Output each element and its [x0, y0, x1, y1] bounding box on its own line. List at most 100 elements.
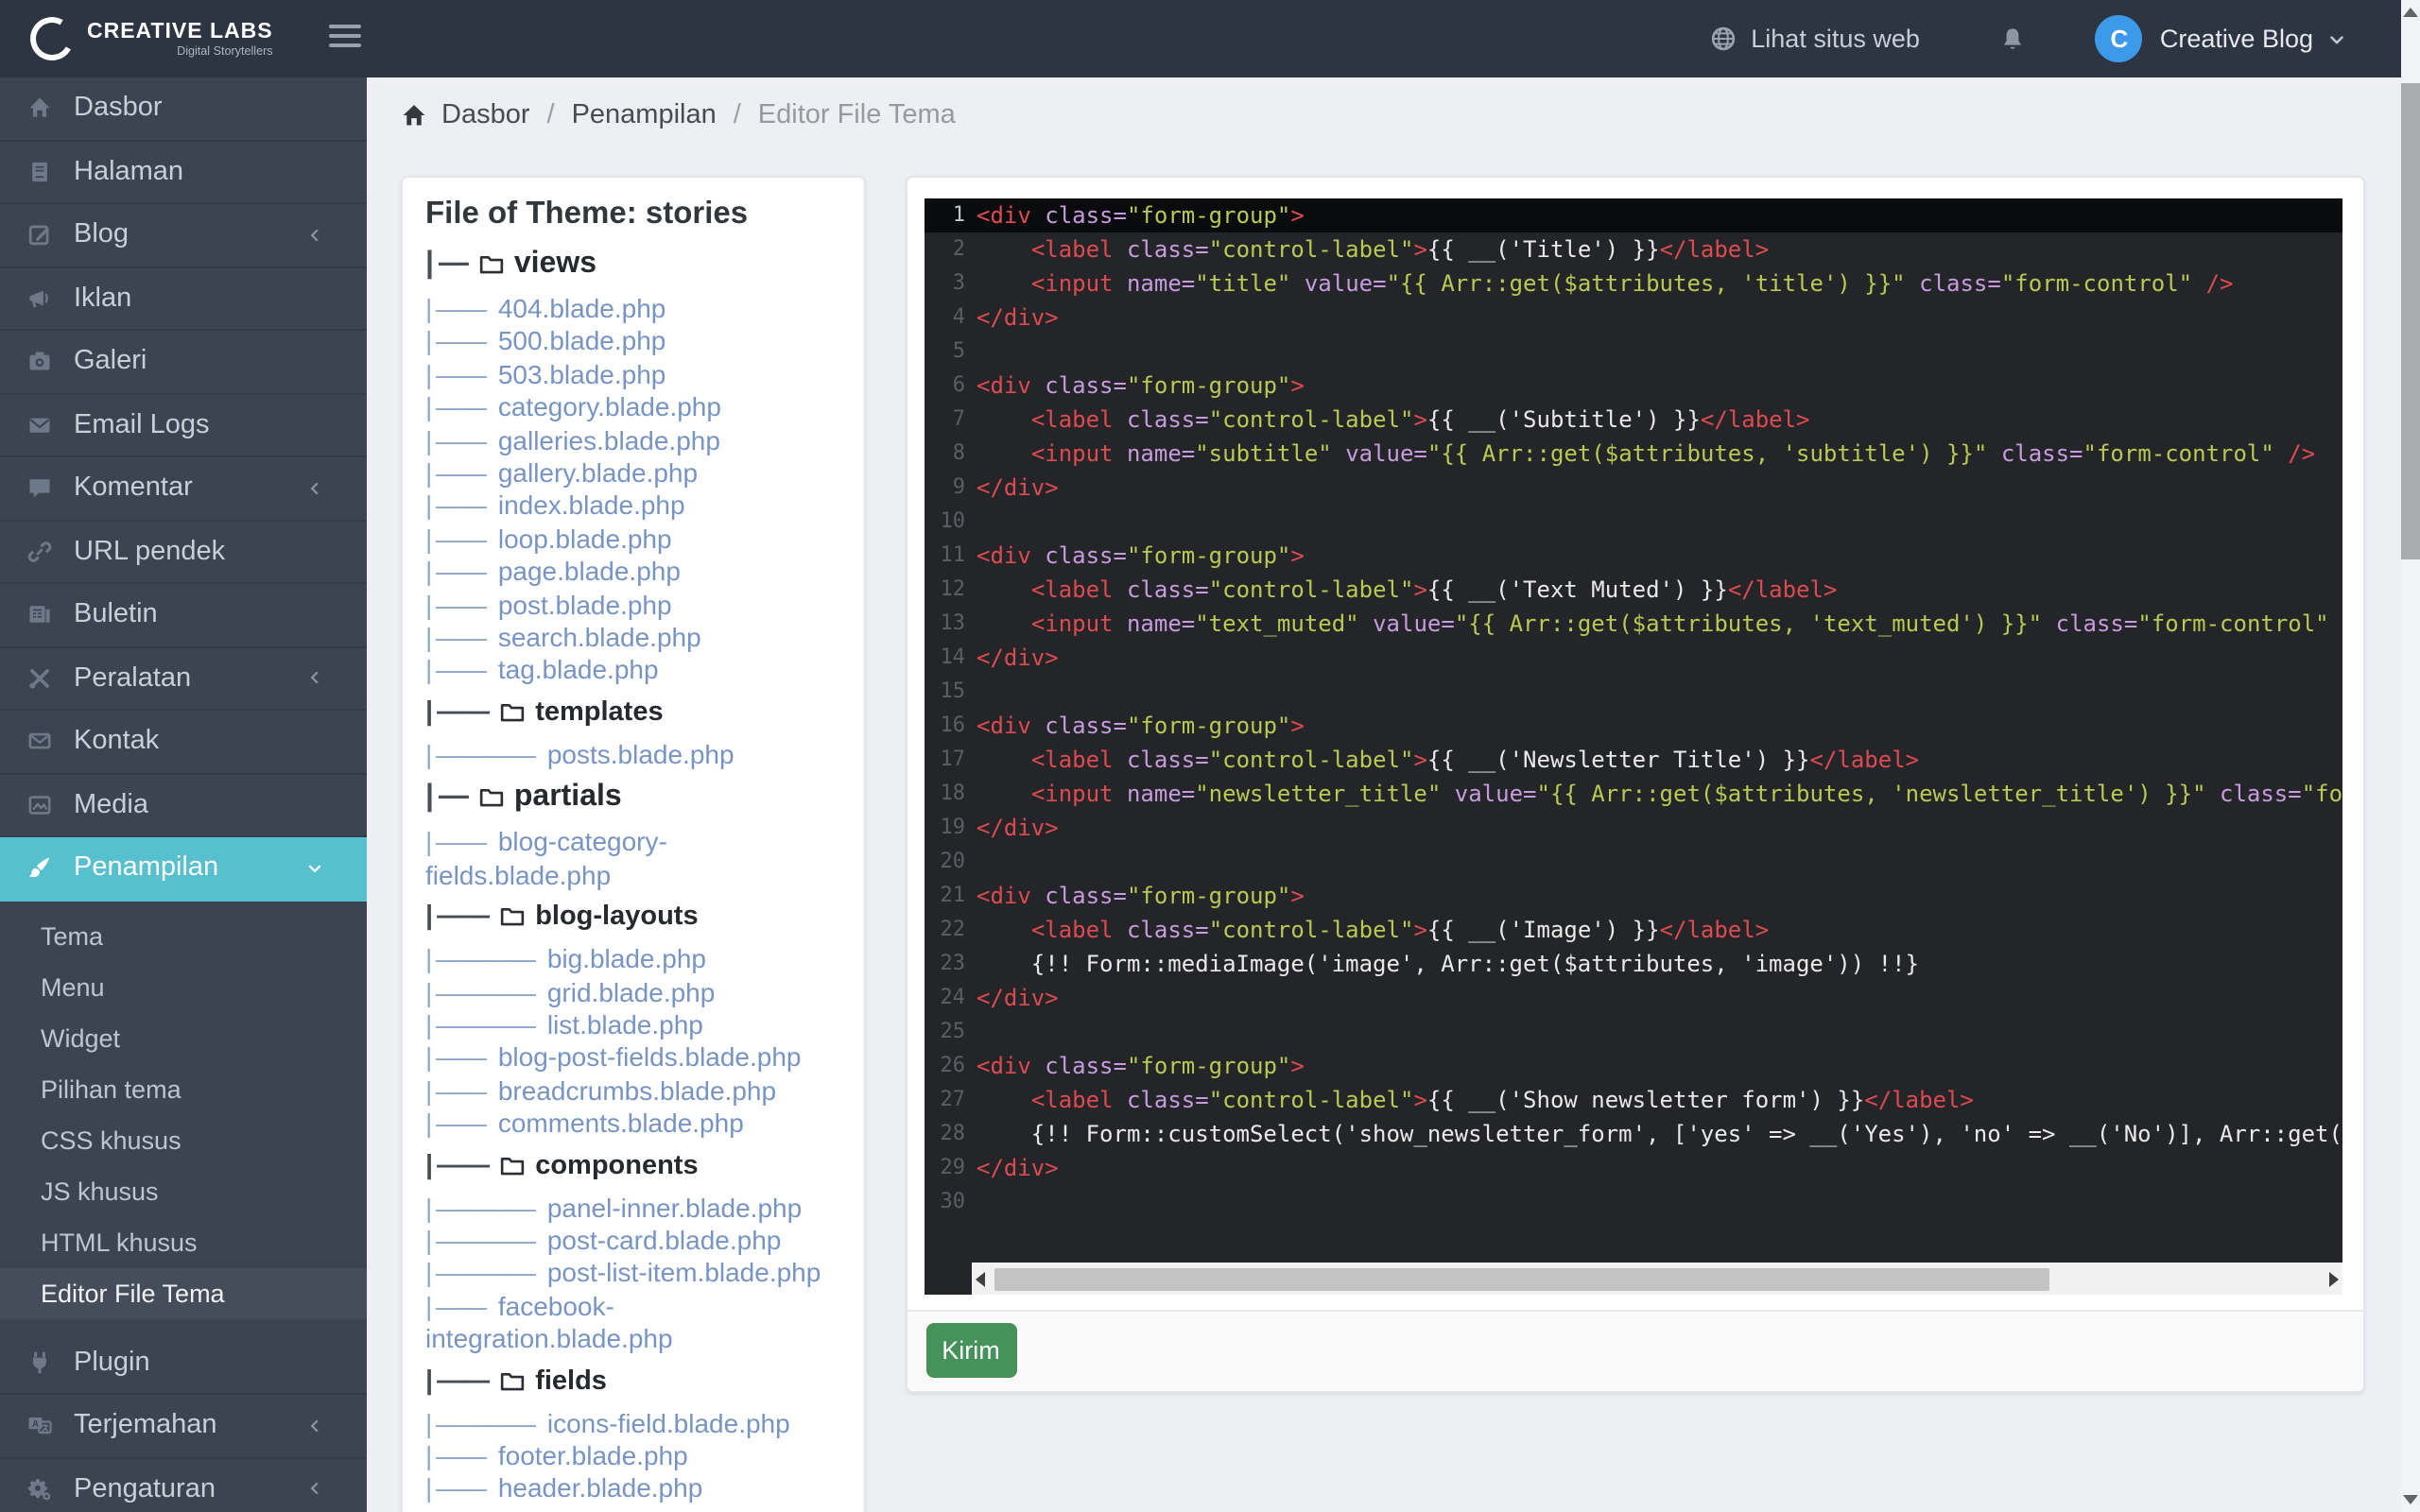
folder-icon — [499, 903, 526, 930]
tree-file-link[interactable]: category.blade.php — [498, 391, 721, 421]
code-text: <label class="control-label">{{ __('Imag… — [977, 913, 1769, 947]
tree-file-link[interactable]: gallery.blade.php — [498, 457, 698, 488]
code-line: 28 {!! Form::customSelect('show_newslett… — [924, 1117, 2342, 1151]
line-number: 9 — [924, 471, 977, 505]
code-text: <label class="control-label">{{ __('Text… — [977, 573, 1837, 607]
view-site-link[interactable]: Lihat situs web — [1709, 25, 1920, 53]
sidebar-item-dasbor[interactable]: Dasbor — [0, 77, 367, 141]
tree-file-link[interactable]: breadcrumbs.blade.php — [498, 1074, 776, 1105]
sidebar-item-peralatan[interactable]: Peralatan — [0, 647, 367, 711]
page-scrollbar[interactable] — [2400, 0, 2420, 1512]
account-menu[interactable]: C Creative Blog — [2096, 15, 2345, 62]
sidebar-item-label: Blog — [74, 220, 129, 250]
tree-file-link[interactable]: comments.blade.php — [498, 1108, 744, 1138]
tree-file-link[interactable]: post.blade.php — [498, 589, 672, 619]
tree-file-item: | ———— list.blade.php — [425, 1009, 841, 1042]
scroll-right-arrow-icon[interactable] — [2329, 1271, 2339, 1286]
newsletter-icon — [26, 602, 53, 628]
sidebar-item-label: Penampilan — [74, 853, 218, 884]
editor-hscrollbar[interactable] — [971, 1263, 2342, 1295]
sidebar-item-email-logs[interactable]: Email Logs — [0, 394, 367, 457]
code-lines: 1<div class="form-group">2 <label class=… — [924, 198, 2342, 1263]
sidebar-item-media[interactable]: Media — [0, 774, 367, 837]
submit-button[interactable]: Kirim — [925, 1323, 1016, 1378]
tree-file-link[interactable]: posts.blade.php — [547, 739, 735, 769]
code-text: </div> — [977, 1151, 1059, 1185]
scroll-down-arrow-icon[interactable] — [2403, 1495, 2418, 1504]
sidebar-item-blog[interactable]: Blog — [0, 204, 367, 267]
sidebar-item-terjemahan[interactable]: ATerjemahan — [0, 1395, 367, 1458]
tree-file-link[interactable]: header.blade.php — [498, 1473, 702, 1503]
folder-icon — [499, 1152, 526, 1178]
submenu-item-pilihan-tema[interactable]: Pilihan tema — [0, 1063, 367, 1114]
tree-prefix: | —— — [425, 293, 491, 323]
submenu-item-tema[interactable]: Tema — [0, 910, 367, 961]
tree-file-link[interactable]: blog-post-fields.blade.php — [498, 1042, 802, 1073]
submenu-item-editor-file-tema[interactable]: Editor File Tema — [0, 1267, 367, 1318]
line-number: 7 — [924, 403, 977, 437]
home-icon — [400, 102, 426, 129]
submenu-item-html-khusus[interactable]: HTML khusus — [0, 1216, 367, 1267]
sidebar-item-iklan[interactable]: Iklan — [0, 267, 367, 331]
breadcrumb-dasbor[interactable]: Dasbor — [441, 100, 530, 130]
sidebar-item-label: Peralatan — [74, 663, 191, 694]
editor-hscroll-thumb[interactable] — [994, 1267, 2048, 1290]
bell-icon[interactable] — [1999, 24, 2028, 54]
logo[interactable]: CREATIVE LABS Digital Storytellers — [30, 17, 273, 60]
sidebar-item-galeri[interactable]: Galeri — [0, 331, 367, 394]
tree-file-link[interactable]: 503.blade.php — [498, 359, 666, 389]
tree-prefix: | —— — [425, 1440, 491, 1470]
tree-file-link[interactable]: icons-field.blade.php — [498, 1506, 741, 1512]
tree-file-item: | ———— grid.blade.php — [425, 976, 841, 1009]
line-number: 16 — [924, 709, 977, 743]
avatar: C — [2096, 15, 2143, 62]
tree-file-link[interactable]: tag.blade.php — [498, 655, 659, 685]
tree-file-link[interactable]: icons-field.blade.php — [547, 1407, 790, 1437]
line-number: 23 — [924, 947, 977, 981]
tree-file-link[interactable]: 404.blade.php — [498, 293, 666, 323]
tree-file-link[interactable]: footer.blade.php — [498, 1440, 688, 1470]
submenu-item-css-khusus[interactable]: CSS khusus — [0, 1114, 367, 1165]
sidebar-item-penampilan[interactable]: Penampilan — [0, 837, 367, 901]
scroll-up-arrow-icon[interactable] — [2403, 8, 2418, 17]
tree-file-link[interactable]: page.blade.php — [498, 557, 681, 587]
tree-file-link[interactable]: big.blade.php — [547, 943, 706, 973]
code-text: <input name="newsletter_title" value="{{… — [977, 777, 2342, 811]
tree-file-item: | ———— panel-inner.blade.php — [425, 1192, 841, 1225]
submenu-item-widget[interactable]: Widget — [0, 1012, 367, 1063]
code-line: 13 <input name="text_muted" value="{{ Ar… — [924, 607, 2342, 641]
tree-file-link[interactable]: galleries.blade.php — [498, 424, 720, 455]
tree-prefix: | —— — [425, 622, 491, 652]
page-scroll-thumb[interactable] — [2401, 82, 2419, 558]
tree-file-link[interactable]: list.blade.php — [547, 1009, 703, 1040]
tree-file-link[interactable]: search.blade.php — [498, 622, 701, 652]
code-text: <div class="form-group"> — [977, 1049, 1305, 1083]
sidebar-item-pengaturan[interactable]: Pengaturan — [0, 1458, 367, 1512]
tree-file-link[interactable]: post-list-item.blade.php — [547, 1258, 821, 1288]
brush-icon — [26, 855, 53, 882]
tree-file-link[interactable]: 500.blade.php — [498, 326, 666, 356]
scroll-left-arrow-icon[interactable] — [975, 1271, 984, 1286]
tree-file-link[interactable]: index.blade.php — [498, 490, 685, 521]
megaphone-icon — [26, 285, 53, 312]
code-line: 26<div class="form-group"> — [924, 1049, 2342, 1083]
sidebar-item-url-pendek[interactable]: URL pendek — [0, 521, 367, 584]
tree-file-link[interactable]: grid.blade.php — [547, 976, 716, 1006]
line-number: 29 — [924, 1151, 977, 1185]
sidebar-item-buletin[interactable]: Buletin — [0, 584, 367, 647]
code-line: 12 <label class="control-label">{{ __('T… — [924, 573, 2342, 607]
tree-file-link[interactable]: loop.blade.php — [498, 524, 672, 554]
tree-file-link[interactable]: post-card.blade.php — [547, 1225, 782, 1255]
line-number: 17 — [924, 743, 977, 777]
sidebar-item-komentar[interactable]: Komentar — [0, 457, 367, 521]
breadcrumb-penampilan[interactable]: Penampilan — [572, 100, 717, 130]
tree-file-link[interactable]: panel-inner.blade.php — [547, 1192, 802, 1222]
submenu-item-js-khusus[interactable]: JS khusus — [0, 1165, 367, 1216]
line-number: 3 — [924, 266, 977, 301]
sidebar-item-kontak[interactable]: Kontak — [0, 711, 367, 774]
hamburger-menu-icon[interactable] — [329, 25, 361, 53]
code-editor[interactable]: 1<div class="form-group">2 <label class=… — [924, 198, 2342, 1295]
submenu-item-menu[interactable]: Menu — [0, 961, 367, 1012]
sidebar-item-halaman[interactable]: Halaman — [0, 141, 367, 204]
sidebar-item-plugin[interactable]: Plugin — [0, 1332, 367, 1395]
